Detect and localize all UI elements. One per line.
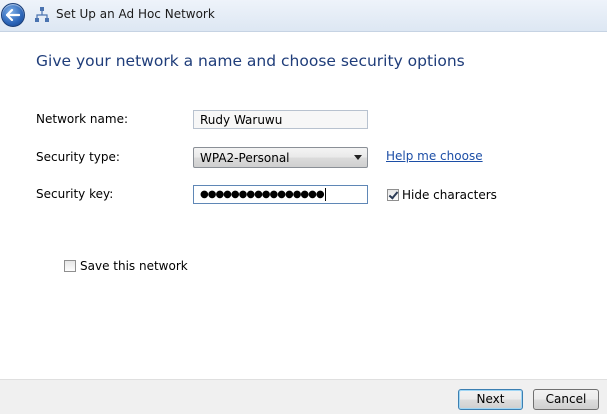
security-key-masked-value: ●●●●●●●●●●●●●●●●: [200, 189, 325, 200]
title-bar: Set Up an Ad Hoc Network: [0, 0, 607, 32]
security-type-value: WPA2-Personal: [200, 151, 290, 165]
save-network-checkbox[interactable]: [64, 260, 76, 272]
save-network-label[interactable]: Save this network: [80, 259, 188, 273]
network-name-input[interactable]: Rudy Waruwu: [193, 110, 368, 129]
hide-characters-checkbox[interactable]: [387, 189, 399, 201]
text-cursor: [324, 188, 326, 201]
back-arrow-icon: [6, 9, 20, 21]
security-key-label: Security key:: [36, 187, 114, 201]
security-type-dropdown[interactable]: WPA2-Personal: [193, 147, 368, 168]
next-button[interactable]: Next: [458, 389, 523, 410]
help-me-choose-link[interactable]: Help me choose: [386, 149, 483, 163]
hide-characters-label[interactable]: Hide characters: [402, 188, 497, 202]
chevron-down-icon: [354, 155, 362, 160]
security-key-input[interactable]: ●●●●●●●●●●●●●●●●: [193, 185, 368, 204]
security-type-label: Security type:: [36, 150, 120, 164]
cancel-button[interactable]: Cancel: [533, 389, 599, 410]
back-button[interactable]: [1, 3, 25, 27]
page-heading: Give your network a name and choose secu…: [36, 52, 465, 70]
network-icon: [35, 7, 49, 22]
window-title: Set Up an Ad Hoc Network: [56, 7, 215, 21]
network-name-label: Network name:: [36, 112, 128, 126]
